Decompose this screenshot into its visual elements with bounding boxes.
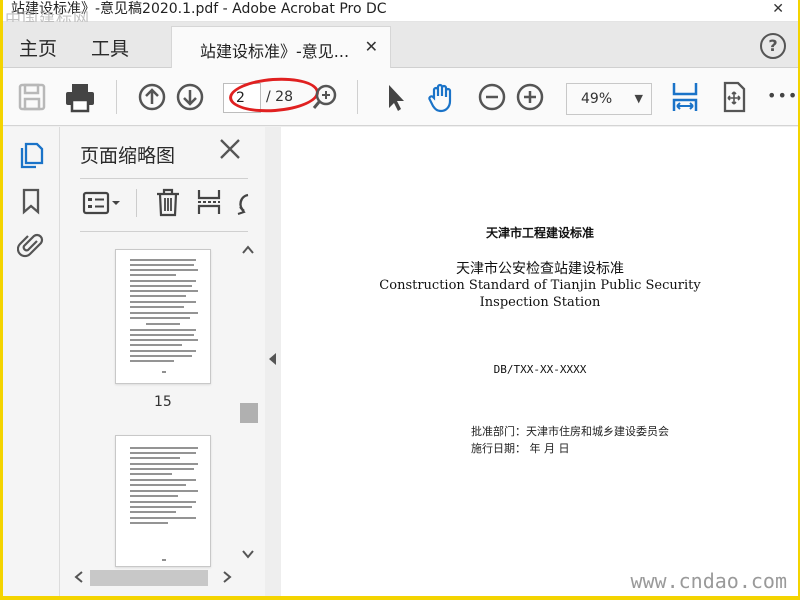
window-titlebar: 站建设标准》-意见稿2020.1.pdf - Adobe Acrobat Pro… — [3, 0, 798, 22]
menu-bar: 主页 工具 站建设标准》-意见... ✕ ? — [3, 22, 798, 68]
panel-close-icon[interactable] — [218, 137, 242, 161]
thumbnail-vertical-scrollbar[interactable] — [238, 239, 258, 565]
panel-title: 页面缩略图 — [80, 145, 176, 167]
thumbnail-text-lines — [130, 447, 198, 561]
panel-splitter[interactable] — [265, 127, 281, 596]
fit-width-icon[interactable] — [668, 80, 702, 114]
trash-icon[interactable] — [154, 187, 182, 217]
zoom-out-icon[interactable] — [475, 80, 509, 114]
menu-home[interactable]: 主页 — [19, 34, 57, 61]
vertical-scroll-thumb[interactable] — [240, 403, 258, 423]
help-icon[interactable]: ? — [760, 33, 786, 59]
main-toolbar: 2 / 28 49% ▼ ••• — [3, 68, 798, 126]
panel-tool-separator — [136, 189, 137, 217]
thumbnail-page-number: 15 — [154, 394, 172, 410]
page-thumbnails-icon[interactable] — [17, 141, 45, 169]
full-page-icon[interactable] — [717, 80, 751, 114]
doc-title-cn: 天津市公安检查站建设标准 — [456, 261, 624, 277]
rotate-page-icon[interactable] — [234, 189, 250, 217]
watermark-bottom: www.cndao.com — [630, 569, 787, 593]
acrobat-window: 站建设标准》-意见稿2020.1.pdf - Adobe Acrobat Pro… — [3, 0, 798, 596]
collapse-panel-icon[interactable] — [269, 353, 276, 365]
document-tab-label: 站建设标准》-意见... — [200, 42, 350, 61]
page-thumbnail[interactable] — [115, 435, 211, 567]
page-thumbnail[interactable] — [115, 249, 211, 384]
chevron-down-icon: ▼ — [634, 92, 643, 105]
toolbar-separator — [357, 80, 358, 114]
print-icon[interactable] — [63, 80, 97, 114]
bookmark-icon[interactable] — [17, 187, 45, 215]
page-thumbnails-panel: 页面缩略图 15 — [60, 127, 265, 596]
doc-code: DB/TXX-XX-XXXX — [493, 363, 587, 376]
hand-tool-icon[interactable] — [425, 80, 459, 114]
tab-close-icon[interactable]: ✕ — [365, 37, 378, 56]
panel-divider — [80, 231, 248, 232]
thumbnail-options-icon[interactable] — [82, 189, 122, 217]
menu-tools[interactable]: 工具 — [91, 34, 129, 61]
zoom-in-icon[interactable] — [513, 80, 547, 114]
zoom-level-value: 49% — [581, 91, 613, 107]
navigation-rail — [3, 127, 60, 596]
insert-page-icon[interactable] — [196, 187, 222, 217]
marquee-zoom-icon[interactable] — [309, 80, 343, 114]
toolbar-separator — [116, 80, 117, 114]
doc-title-en-1: Construction Standard of Tianjin Public … — [379, 278, 701, 293]
doc-title-en-2: Inspection Station — [479, 295, 601, 310]
doc-standard-category: 天津市工程建设标准 — [485, 226, 594, 240]
document-view[interactable]: 天津市工程建设标准 天津市公安检查站建设标准 Construction Stan… — [281, 127, 798, 596]
page-up-icon[interactable] — [135, 80, 169, 114]
more-tools-button[interactable]: ••• — [767, 86, 798, 105]
doc-approval-dept: 批准部门：天津市住房和城乡建设委员会 — [471, 425, 669, 438]
window-close-button[interactable]: ✕ — [772, 0, 784, 18]
select-arrow-icon[interactable] — [379, 80, 413, 114]
red-annotation-ellipse — [227, 74, 321, 116]
document-tab[interactable]: 站建设标准》-意见... ✕ — [171, 26, 391, 68]
horizontal-scroll-thumb[interactable] — [90, 570, 208, 586]
paperclip-icon[interactable] — [17, 231, 45, 259]
zoom-level-dropdown[interactable]: 49% ▼ — [566, 83, 652, 115]
doc-effective-date: 施行日期： 年 月 日 — [471, 442, 570, 455]
thumbnail-text-lines — [130, 259, 198, 373]
save-icon[interactable] — [15, 80, 49, 114]
page-down-icon[interactable] — [173, 80, 207, 114]
panel-divider — [80, 178, 248, 179]
